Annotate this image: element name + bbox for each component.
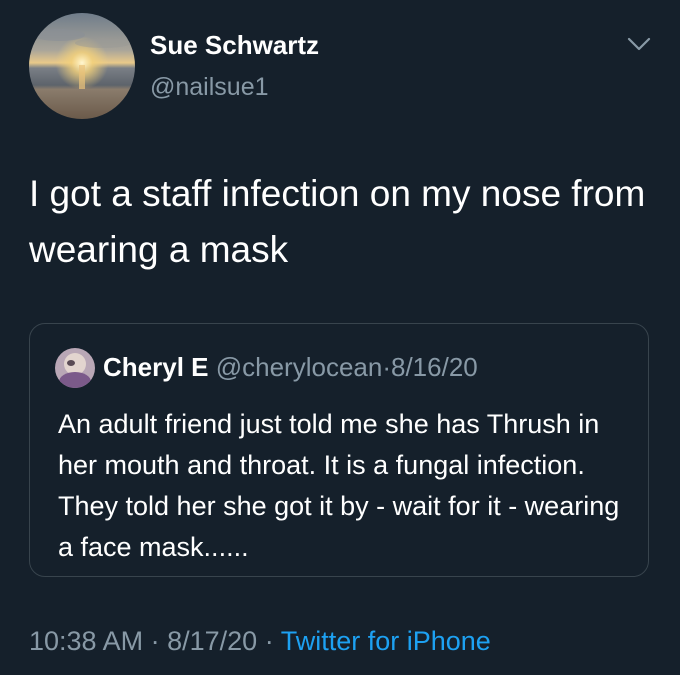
quoted-separator: · xyxy=(382,352,391,382)
meta-separator-2: · xyxy=(264,626,274,656)
meta-separator: · xyxy=(150,626,160,656)
quoted-tweet[interactable]: Cheryl E @cherylocean·8/16/20 An adult f… xyxy=(29,323,649,577)
tweet-source-link[interactable]: Twitter for iPhone xyxy=(281,626,491,656)
sunset-beach-image xyxy=(29,13,135,119)
quoted-header: Cheryl E @cherylocean·8/16/20 xyxy=(103,352,478,383)
author-name[interactable]: Sue Schwartz xyxy=(150,30,319,61)
avatar[interactable] xyxy=(29,13,135,119)
quoted-author-name: Cheryl E xyxy=(103,352,209,382)
quoted-avatar xyxy=(55,348,95,388)
quoted-date: 8/16/20 xyxy=(391,352,478,382)
tweet: Sue Schwartz @nailsue1 I got a staff inf… xyxy=(0,0,680,675)
tweet-text: I got a staff infection on my nose from … xyxy=(29,173,646,270)
tweet-meta: 10:38 AM · 8/17/20 · Twitter for iPhone xyxy=(29,626,491,657)
quoted-text: An adult friend just told me she has Thr… xyxy=(58,409,620,562)
author-handle[interactable]: @nailsue1 xyxy=(150,73,269,102)
quoted-author-handle: @cherylocean xyxy=(215,352,383,382)
tweet-date[interactable]: 8/17/20 xyxy=(167,626,257,656)
tweet-time[interactable]: 10:38 AM xyxy=(29,626,143,656)
chevron-down-icon[interactable] xyxy=(626,34,652,54)
